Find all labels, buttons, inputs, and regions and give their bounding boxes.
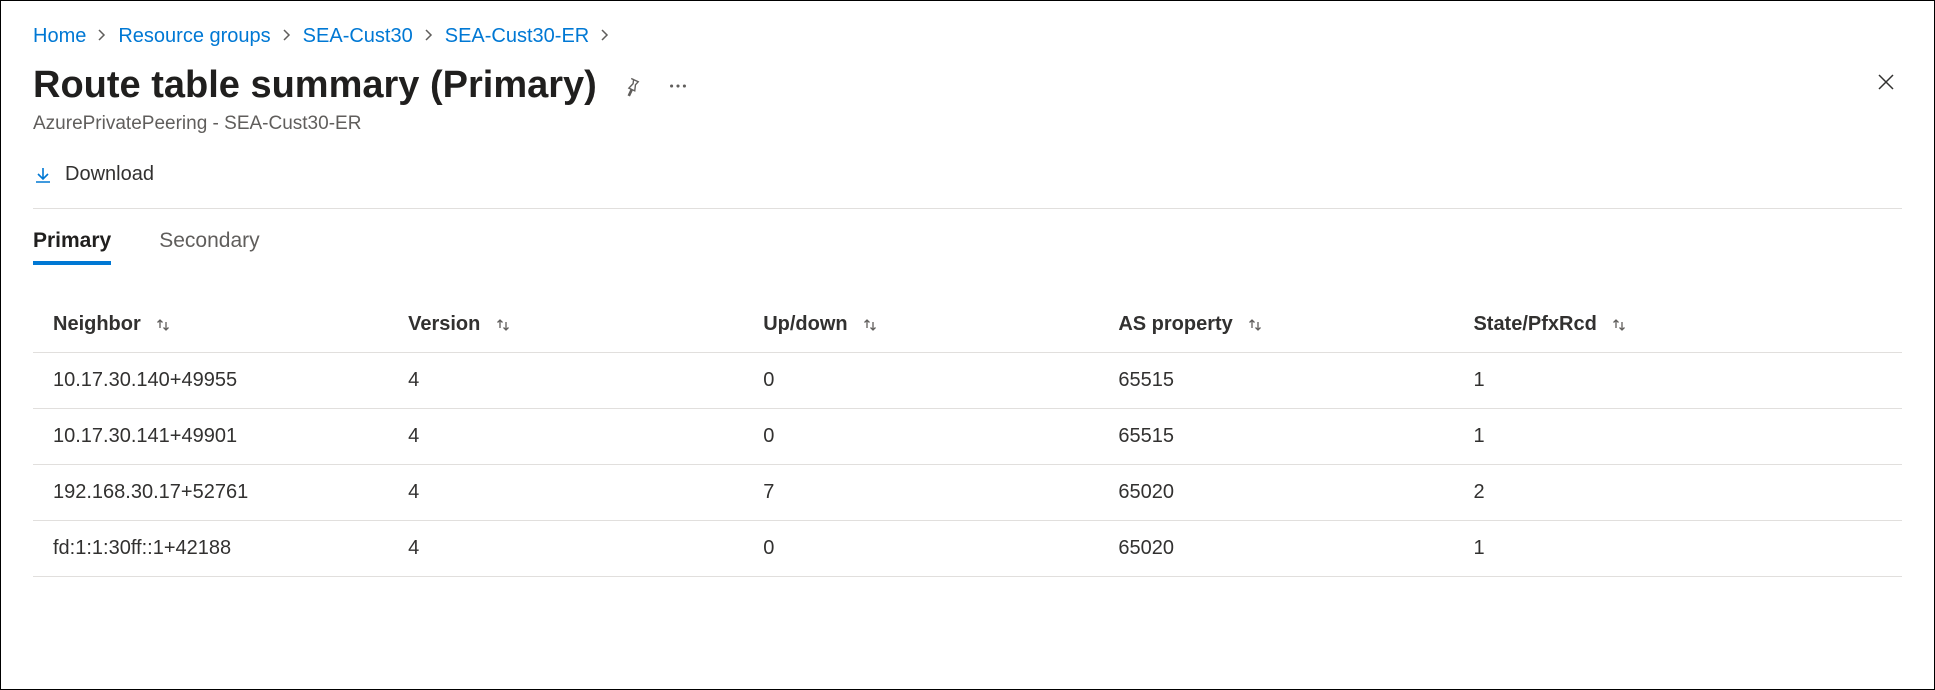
download-icon <box>33 165 53 185</box>
breadcrumb-link-resourcegroups[interactable]: Resource groups <box>118 25 270 48</box>
chevron-right-icon <box>599 28 611 46</box>
cell-state: 1 <box>1453 353 1902 409</box>
route-table: Neighbor Version Up/down AS property <box>33 297 1902 577</box>
column-header-neighbor[interactable]: Neighbor <box>33 297 388 353</box>
breadcrumb-link-seacust30[interactable]: SEA-Cust30 <box>303 25 413 48</box>
sort-icon <box>1610 316 1628 334</box>
column-label: State/PfxRcd <box>1473 313 1596 335</box>
cell-neighbor: 10.17.30.140+49955 <box>33 353 388 409</box>
column-label: Neighbor <box>53 313 141 335</box>
cell-version: 4 <box>388 353 743 409</box>
chevron-right-icon <box>96 28 108 46</box>
table-row[interactable]: 192.168.30.17+52761 4 7 65020 2 <box>33 465 1902 521</box>
cell-neighbor: 192.168.30.17+52761 <box>33 465 388 521</box>
download-button[interactable]: Download <box>33 163 154 186</box>
sort-icon <box>1246 316 1264 334</box>
cell-asprop: 65515 <box>1098 353 1453 409</box>
table-row[interactable]: 10.17.30.141+49901 4 0 65515 1 <box>33 409 1902 465</box>
tab-primary[interactable]: Primary <box>33 229 111 265</box>
cell-state: 1 <box>1453 409 1902 465</box>
more-icon[interactable] <box>667 75 689 97</box>
cell-neighbor: 10.17.30.141+49901 <box>33 409 388 465</box>
column-label: AS property <box>1118 313 1232 335</box>
cell-version: 4 <box>388 409 743 465</box>
table-row[interactable]: 10.17.30.140+49955 4 0 65515 1 <box>33 353 1902 409</box>
table-header-row: Neighbor Version Up/down AS property <box>33 297 1902 353</box>
tab-secondary[interactable]: Secondary <box>159 229 259 265</box>
chevron-right-icon <box>281 28 293 46</box>
title-row: Route table summary (Primary) <box>33 64 1902 107</box>
sort-icon <box>154 316 172 334</box>
column-label: Up/down <box>763 313 847 335</box>
page-subtitle: AzurePrivatePeering - SEA-Cust30-ER <box>33 113 1902 135</box>
page-title: Route table summary (Primary) <box>33 64 597 107</box>
cell-updown: 0 <box>743 521 1098 577</box>
pin-icon[interactable] <box>621 75 643 97</box>
sort-icon <box>861 316 879 334</box>
cell-updown: 0 <box>743 409 1098 465</box>
column-label: Version <box>408 313 480 335</box>
column-header-statepfxrcd[interactable]: State/PfxRcd <box>1453 297 1902 353</box>
cell-state: 1 <box>1453 521 1902 577</box>
tabs: Primary Secondary <box>33 209 1902 265</box>
cell-version: 4 <box>388 465 743 521</box>
table-row[interactable]: fd:1:1:30ff::1+42188 4 0 65020 1 <box>33 521 1902 577</box>
breadcrumb-link-seacust30er[interactable]: SEA-Cust30-ER <box>445 25 590 48</box>
cell-version: 4 <box>388 521 743 577</box>
breadcrumb-link-home[interactable]: Home <box>33 25 86 48</box>
sort-icon <box>494 316 512 334</box>
toolbar: Download <box>33 163 1902 209</box>
cell-updown: 0 <box>743 353 1098 409</box>
cell-neighbor: fd:1:1:30ff::1+42188 <box>33 521 388 577</box>
cell-asprop: 65020 <box>1098 465 1453 521</box>
download-label: Download <box>65 163 154 186</box>
close-icon[interactable] <box>1870 66 1902 105</box>
column-header-updown[interactable]: Up/down <box>743 297 1098 353</box>
column-header-asproperty[interactable]: AS property <box>1098 297 1453 353</box>
cell-state: 2 <box>1453 465 1902 521</box>
column-header-version[interactable]: Version <box>388 297 743 353</box>
cell-updown: 7 <box>743 465 1098 521</box>
cell-asprop: 65515 <box>1098 409 1453 465</box>
chevron-right-icon <box>423 28 435 46</box>
breadcrumb: Home Resource groups SEA-Cust30 SEA-Cust… <box>33 25 1902 48</box>
cell-asprop: 65020 <box>1098 521 1453 577</box>
